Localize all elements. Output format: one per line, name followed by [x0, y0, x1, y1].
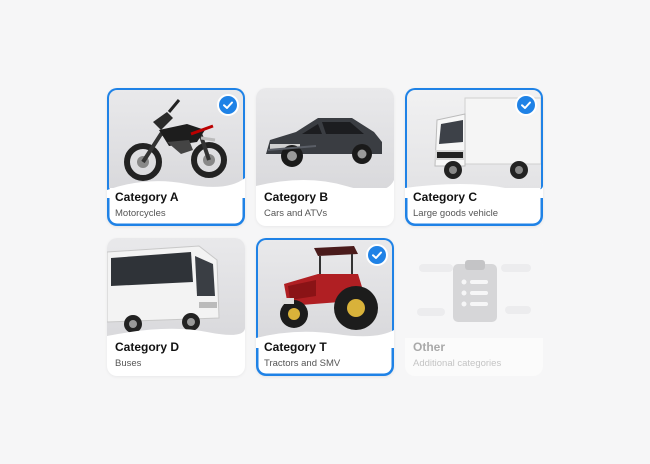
clipboard-list-icon — [417, 260, 531, 322]
category-title: Category B — [264, 190, 329, 204]
category-subtitle: Buses — [115, 358, 142, 369]
category-title: Category A — [115, 190, 179, 204]
check-icon — [219, 96, 237, 114]
category-title: Category D — [115, 340, 180, 354]
category-card-c[interactable]: Category C Large goods vehicle — [405, 88, 543, 226]
category-card-t[interactable]: Category T Tractors and SMV — [256, 238, 394, 376]
category-grid: Category A Motorcycles Category B Cars a… — [107, 88, 544, 376]
category-subtitle: Motorcycles — [115, 208, 166, 219]
category-subtitle: Cars and ATVs — [264, 208, 328, 219]
check-icon — [517, 96, 535, 114]
category-card-other[interactable]: Other Additional categories — [405, 238, 543, 376]
category-title: Other — [413, 340, 446, 354]
category-card-b[interactable]: Category B Cars and ATVs — [256, 88, 394, 226]
category-title: Category C — [413, 190, 478, 204]
category-card-d[interactable]: Category D Buses — [107, 238, 245, 376]
category-subtitle: Additional categories — [413, 358, 502, 369]
other-image — [405, 238, 543, 338]
category-subtitle: Tractors and SMV — [264, 358, 341, 369]
check-icon — [368, 246, 386, 264]
category-subtitle: Large goods vehicle — [413, 208, 499, 219]
category-card-a[interactable]: Category A Motorcycles — [107, 88, 245, 226]
category-title: Category T — [264, 340, 327, 354]
